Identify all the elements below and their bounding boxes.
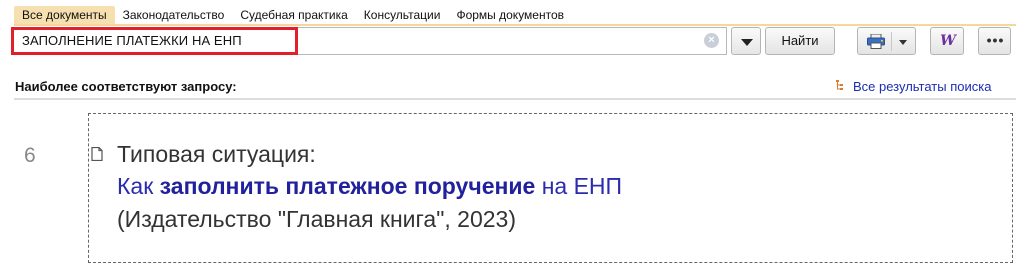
search-query-text: ЗАПОЛНЕНИЕ ПЛАТЕЖКИ НА ЕНП bbox=[22, 33, 242, 48]
tab-consultations[interactable]: Консультации bbox=[356, 6, 449, 24]
results-heading: Наиболее соответствуют запросу: bbox=[15, 79, 237, 94]
clear-icon[interactable]: × bbox=[704, 33, 719, 48]
all-results-link[interactable]: Все результаты поиска bbox=[836, 79, 991, 94]
results-divider bbox=[14, 98, 1016, 100]
search-history-dropdown-button[interactable] bbox=[731, 27, 761, 55]
print-button[interactable] bbox=[857, 27, 916, 55]
title-part: Как bbox=[117, 173, 160, 199]
result-title-link[interactable]: Как заполнить платежное поручение на ЕНП bbox=[117, 173, 622, 200]
tab-document-forms[interactable]: Формы документов bbox=[448, 6, 572, 24]
document-type-tabs: Все документы Законодательство Судебная … bbox=[14, 6, 572, 24]
all-results-label: Все результаты поиска bbox=[853, 79, 992, 94]
result-doc-type: Типовая ситуация: bbox=[117, 141, 316, 167]
tab-court-practice[interactable]: Судебная практика bbox=[232, 6, 355, 24]
word-icon: W bbox=[940, 33, 956, 49]
more-options-button[interactable]: ••• bbox=[978, 27, 1011, 55]
more-icon: ••• bbox=[986, 32, 1005, 48]
print-options-chevron-icon[interactable] bbox=[899, 40, 907, 45]
result-number: 6 bbox=[24, 144, 36, 167]
document-icon bbox=[91, 147, 103, 161]
print-button-separator bbox=[891, 32, 892, 51]
tab-underline bbox=[14, 24, 1016, 26]
printer-icon bbox=[867, 34, 885, 49]
title-part: на ЕНП bbox=[535, 173, 623, 199]
export-word-button[interactable]: W bbox=[930, 27, 964, 55]
title-part-highlight: заполнить платежное поручение bbox=[159, 173, 536, 199]
tab-all-documents[interactable]: Все документы bbox=[14, 6, 115, 24]
result-source: (Издательство "Главная книга", 2023) bbox=[117, 206, 516, 232]
list-tree-icon bbox=[836, 80, 843, 90]
chevron-down-icon bbox=[741, 39, 753, 46]
tab-legislation[interactable]: Законодательство bbox=[115, 6, 233, 24]
find-button[interactable]: Найти bbox=[765, 27, 835, 55]
